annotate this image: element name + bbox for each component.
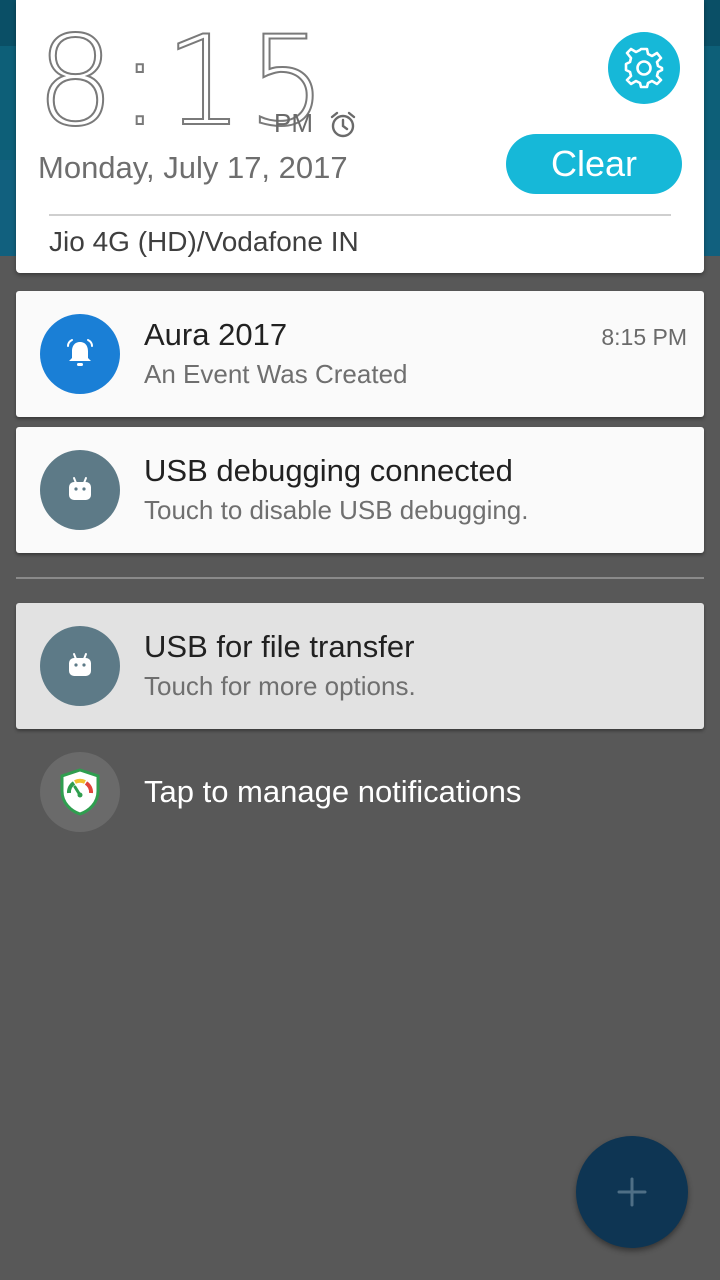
android-icon bbox=[69, 653, 91, 676]
notification-icon-circle bbox=[40, 450, 120, 530]
header-divider bbox=[49, 214, 671, 216]
notification-time: 8:15 PM bbox=[601, 324, 687, 350]
manage-notifications-label: Tap to manage notifications bbox=[144, 774, 522, 809]
notification-subtitle: Touch to disable USB debugging. bbox=[144, 495, 529, 525]
shield-gauge-icon bbox=[60, 768, 100, 816]
clock-ampm: PM bbox=[274, 108, 313, 138]
settings-button[interactable] bbox=[608, 32, 680, 104]
clear-all-button[interactable]: Clear bbox=[506, 134, 682, 194]
date-label: Monday, July 17, 2017 bbox=[38, 150, 348, 185]
add-button[interactable] bbox=[576, 1136, 688, 1248]
notification-usb-file-transfer[interactable]: USB for file transfer Touch for more opt… bbox=[16, 603, 704, 729]
plus-icon bbox=[617, 1177, 647, 1207]
gear-icon bbox=[624, 47, 664, 89]
notification-icon-circle bbox=[40, 314, 120, 394]
carrier-label: Jio 4G (HD)/Vodafone IN bbox=[49, 226, 359, 257]
quick-settings-header: 8:15 PM Monday, July 17, 2017 Clear Jio … bbox=[16, 0, 704, 273]
notification-subtitle: Touch for more options. bbox=[144, 671, 416, 701]
manage-icon-circle bbox=[40, 752, 120, 832]
manage-notifications-row[interactable]: Tap to manage notifications bbox=[0, 750, 720, 834]
notification-usb-debugging[interactable]: USB debugging connected Touch to disable… bbox=[16, 427, 704, 553]
notification-aura-event[interactable]: Aura 2017 An Event Was Created 8:15 PM bbox=[16, 291, 704, 417]
notification-subtitle: An Event Was Created bbox=[144, 359, 408, 389]
section-divider bbox=[16, 577, 704, 579]
alarm-clock-icon bbox=[330, 111, 356, 138]
bell-icon bbox=[67, 339, 93, 366]
notification-icon-circle bbox=[40, 626, 120, 706]
notification-title: USB for file transfer bbox=[144, 629, 415, 664]
notification-title: USB debugging connected bbox=[144, 453, 513, 488]
notification-title: Aura 2017 bbox=[144, 317, 288, 352]
android-icon bbox=[69, 477, 91, 500]
